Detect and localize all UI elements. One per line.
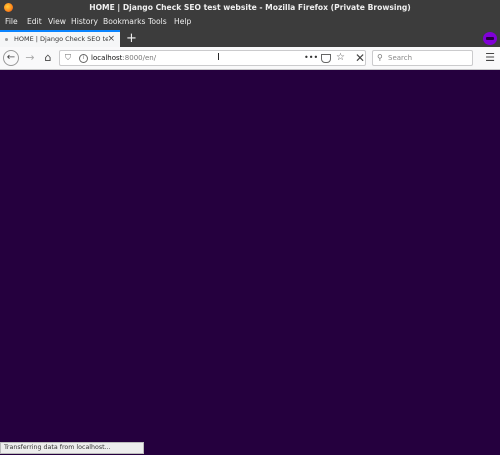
menu-tools[interactable]: Tools	[148, 17, 167, 26]
firefox-icon	[4, 3, 13, 12]
menu-edit[interactable]: Edit	[27, 17, 42, 26]
title-bar: HOME | Django Check SEO test website - M…	[0, 0, 500, 15]
url-bar[interactable]: ⛉ i localhost:8000/en/ ••• ☆	[59, 50, 366, 66]
shield-icon[interactable]: ⛉	[65, 53, 71, 63]
menu-view[interactable]: View	[48, 17, 66, 26]
url-host: localhost	[91, 54, 123, 62]
status-bar: Transferring data from localhost...	[0, 442, 144, 454]
page-actions-icon[interactable]: •••	[304, 53, 318, 62]
navigation-bar: ← → ⌂ ⛉ i localhost:8000/en/ ••• ☆ ✕ ⚲ S…	[0, 47, 500, 70]
url-path: :8000/en/	[122, 54, 157, 62]
info-icon[interactable]: i	[79, 54, 88, 63]
text-cursor-icon: I	[217, 52, 220, 63]
menu-help[interactable]: Help	[174, 17, 191, 26]
tab-title: HOME | Django Check SEO test website	[14, 35, 108, 43]
search-icon: ⚲	[377, 53, 383, 62]
page-content	[0, 70, 500, 455]
tab-home[interactable]: HOME | Django Check SEO test website ×	[0, 30, 120, 47]
menu-bar: File Edit View History Bookmarks Tools H…	[0, 15, 500, 30]
search-input[interactable]: ⚲ Search	[372, 50, 473, 66]
bookmark-star-icon[interactable]: ☆	[336, 52, 345, 63]
pocket-icon[interactable]	[321, 54, 331, 63]
private-browsing-icon	[483, 32, 497, 45]
tab-loading-icon	[5, 38, 8, 41]
window-title: HOME | Django Check SEO test website - M…	[89, 3, 411, 12]
hamburger-menu-icon[interactable]: ☰	[482, 50, 498, 66]
url-text[interactable]: localhost:8000/en/	[91, 54, 156, 62]
tab-strip: HOME | Django Check SEO test website × +	[0, 30, 500, 47]
menu-bookmarks[interactable]: Bookmarks	[103, 17, 145, 26]
close-icon[interactable]: ×	[107, 34, 115, 44]
menu-history[interactable]: History	[71, 17, 98, 26]
stop-icon[interactable]: ✕	[352, 50, 368, 66]
forward-arrow-icon[interactable]: →	[22, 50, 38, 66]
search-placeholder: Search	[388, 54, 413, 62]
menu-file[interactable]: File	[5, 17, 18, 26]
home-icon[interactable]: ⌂	[40, 50, 56, 66]
new-tab-icon[interactable]: +	[126, 30, 137, 47]
back-arrow-icon[interactable]: ←	[3, 50, 19, 66]
